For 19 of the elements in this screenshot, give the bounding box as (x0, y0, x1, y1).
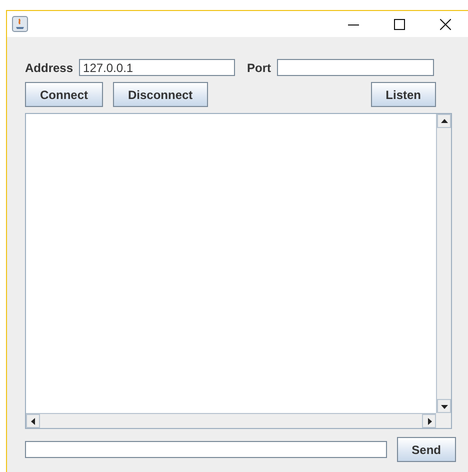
address-field[interactable]: 127.0.0.1 (79, 59, 236, 76)
scroll-left-icon[interactable] (26, 414, 40, 428)
connect-button[interactable]: Connect (25, 82, 103, 107)
listen-button[interactable]: Listen (370, 82, 436, 107)
scroll-right-icon[interactable] (422, 414, 436, 428)
horizontal-scrollbar[interactable] (26, 413, 436, 428)
port-label: Port (247, 60, 272, 74)
message-field[interactable] (25, 441, 387, 458)
scroll-down-icon[interactable] (437, 399, 451, 413)
vertical-scrollbar[interactable] (436, 114, 451, 413)
app-icon (12, 16, 28, 32)
scroll-up-icon[interactable] (437, 114, 451, 128)
close-icon[interactable] (440, 18, 450, 30)
scrollbar-corner (436, 413, 451, 428)
send-button[interactable]: Send (396, 437, 456, 462)
maximize-icon[interactable] (394, 18, 404, 30)
disconnect-button[interactable]: Disconnect (113, 82, 208, 107)
address-label: Address (25, 60, 74, 74)
port-field[interactable] (277, 59, 434, 76)
